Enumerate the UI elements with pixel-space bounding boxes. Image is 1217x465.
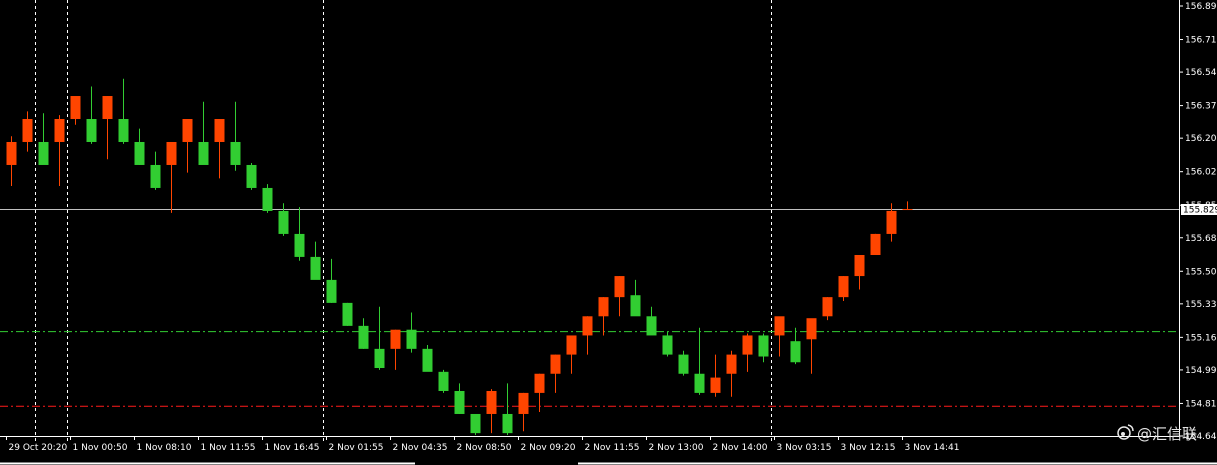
candle-body	[694, 373, 705, 393]
y-tick-label: 156.370	[1185, 102, 1217, 112]
x-tick-label: 2 Nov 13:00	[649, 443, 704, 453]
candle-body	[486, 390, 497, 414]
chart-background	[0, 0, 1217, 465]
candle-body	[262, 187, 273, 211]
candle-body	[582, 316, 593, 336]
candle-body	[118, 119, 129, 142]
candle-body	[870, 233, 881, 255]
x-tick-label: 3 Nov 03:15	[777, 443, 832, 453]
candle-body	[678, 354, 689, 374]
x-tick-label: 2 Nov 14:00	[713, 443, 768, 453]
candle-body	[134, 141, 145, 165]
x-tick-label: 2 Nov 01:55	[329, 443, 384, 453]
candle-body	[246, 164, 257, 188]
current-price-tag: 155.829	[1181, 204, 1217, 216]
candle	[870, 233, 881, 255]
y-tick-label: 155.160	[1185, 333, 1217, 343]
candle	[342, 302, 353, 326]
candle-body	[422, 348, 433, 372]
candle-body	[22, 119, 33, 142]
candle-body	[806, 318, 817, 340]
x-tick-label: 1 Nov 11:55	[201, 443, 256, 453]
candle-body	[294, 233, 305, 257]
candle-body	[102, 96, 113, 120]
candlestick-chart: 156.890 156.715 156.545 156.370 156.200 156.0…	[0, 0, 1217, 465]
candle-body	[534, 373, 545, 393]
candle-body	[662, 335, 673, 355]
candle-body	[854, 254, 865, 277]
candle-body	[182, 119, 193, 142]
candle-body	[566, 335, 577, 355]
candle-body	[886, 210, 897, 234]
candle-body	[710, 377, 721, 393]
y-tick-label: 156.200	[1185, 134, 1217, 144]
candle	[470, 413, 481, 436]
candle-body	[550, 354, 561, 374]
y-tick-label: 155.505	[1185, 267, 1217, 277]
candle-body	[646, 316, 657, 336]
watermark-text: @汇信联	[1137, 425, 1197, 443]
y-tick-label: 154.815	[1185, 399, 1217, 409]
candle-body	[742, 335, 753, 355]
x-tick-label: 1 Nov 16:45	[265, 443, 320, 453]
candle-body	[310, 256, 321, 280]
x-tick-label: 2 Nov 11:55	[585, 443, 640, 453]
candle-body	[438, 371, 449, 391]
candle	[438, 369, 449, 393]
y-tick-label: 156.890	[1185, 2, 1217, 12]
candle-body	[214, 119, 225, 142]
candle-body	[790, 341, 801, 363]
candle-body	[502, 413, 513, 434]
candle-body	[726, 354, 737, 374]
candle-body	[902, 209, 913, 211]
candle-body	[326, 279, 337, 303]
candle-body	[342, 302, 353, 326]
x-tick-label: 3 Nov 14:41	[905, 443, 960, 453]
candle-body	[630, 295, 641, 317]
x-tick-label: 2 Nov 08:50	[457, 443, 512, 453]
candle-body	[86, 119, 97, 142]
y-tick-label: 156.025	[1185, 168, 1217, 178]
x-tick-label: 3 Nov 12:15	[841, 443, 896, 453]
candle-body	[150, 164, 161, 188]
candle-body	[518, 392, 529, 414]
candle-body	[38, 141, 49, 165]
candle-body	[758, 335, 769, 357]
x-tick-label: 2 Nov 09:20	[521, 443, 576, 453]
x-tick-label: 29 Oct 20:20	[9, 443, 68, 453]
y-tick-label: 156.545	[1185, 68, 1217, 78]
candle-body	[838, 276, 849, 298]
y-tick-label: 155.335	[1185, 300, 1217, 310]
candle-body	[70, 96, 81, 120]
candle	[422, 345, 433, 372]
candle-body	[390, 329, 401, 349]
candle-body	[374, 348, 385, 369]
candle-body	[6, 141, 17, 165]
x-tick-label: 2 Nov 04:35	[393, 443, 448, 453]
candle	[262, 184, 273, 213]
candle-body	[278, 210, 289, 234]
candle-body	[166, 141, 177, 165]
candle-body	[358, 325, 369, 349]
y-tick-label: 155.680	[1185, 234, 1217, 244]
y-tick-label: 154.990	[1185, 366, 1217, 376]
x-tick-label: 1 Nov 00:50	[73, 443, 128, 453]
candle-body	[454, 390, 465, 414]
candle-body	[822, 297, 833, 317]
candle-body	[230, 141, 241, 165]
y-tick-label: 156.715	[1185, 36, 1217, 46]
candle-body	[406, 329, 417, 349]
candle-body	[470, 413, 481, 434]
current-price-label: 155.829	[1183, 206, 1217, 216]
candle-body	[774, 316, 785, 336]
candle-body	[198, 141, 209, 165]
candle	[246, 163, 257, 190]
candle-body	[54, 119, 65, 142]
x-tick-label: 1 Nov 08:10	[137, 443, 192, 453]
candle-body	[598, 297, 609, 317]
candle-body	[614, 276, 625, 298]
